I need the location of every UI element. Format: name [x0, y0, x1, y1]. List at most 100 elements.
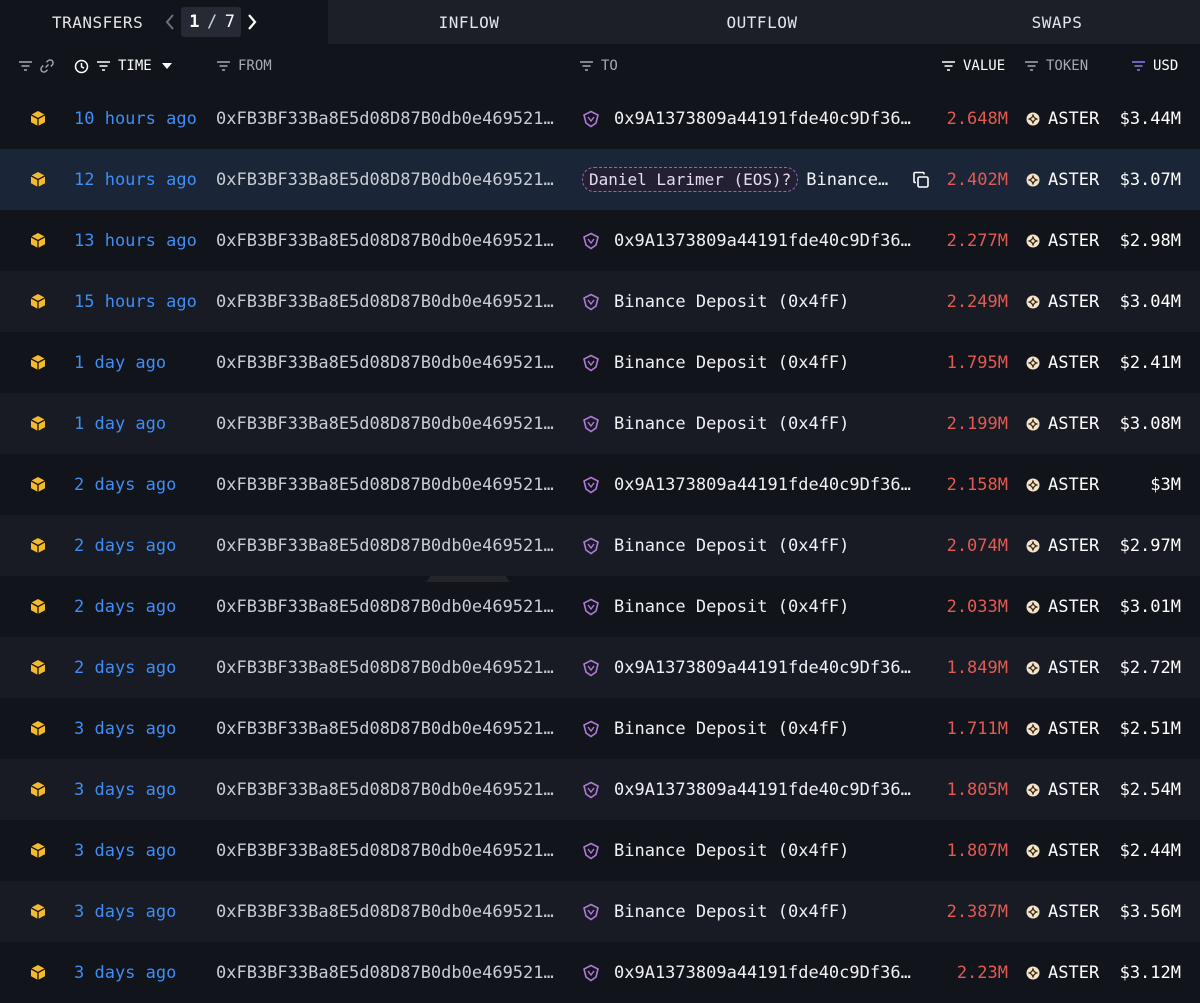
- to-entity[interactable]: Binance Deposit (0x4fF): [582, 820, 918, 881]
- table-row[interactable]: 10 hours ago 0xFB3BF33Ba8E5d08D87B0db0e4…: [0, 88, 1200, 149]
- chevron-left-icon[interactable]: [159, 7, 181, 37]
- table-row[interactable]: 2 days ago 0xFB3BF33Ba8E5d08D87B0db0e469…: [0, 515, 1200, 576]
- table-row[interactable]: 2 days ago 0xFB3BF33Ba8E5d08D87B0db0e469…: [0, 637, 1200, 698]
- filter-icon[interactable]: [96, 60, 111, 72]
- table-row[interactable]: 3 days ago 0xFB3BF33Ba8E5d08D87B0db0e469…: [0, 698, 1200, 759]
- time-link[interactable]: 3 days ago: [74, 698, 176, 759]
- from-address[interactable]: 0xFB3BF33Ba8E5d08D87B0db0e469521…: [216, 210, 561, 271]
- token-cell[interactable]: ASTER: [1026, 942, 1099, 1003]
- to-entity[interactable]: Binance Deposit (0x4fF): [582, 271, 918, 332]
- time-link[interactable]: 3 days ago: [74, 820, 176, 881]
- token-cell[interactable]: ASTER: [1026, 820, 1099, 881]
- sort-descending-icon[interactable]: [161, 63, 172, 69]
- table-row[interactable]: 1 day ago 0xFB3BF33Ba8E5d08D87B0db0e4695…: [0, 393, 1200, 454]
- token-column-header[interactable]: TOKEN: [1024, 44, 1088, 88]
- time-column-header[interactable]: TIME: [74, 44, 172, 88]
- table-row[interactable]: 1 day ago 0xFB3BF33Ba8E5d08D87B0db0e4695…: [0, 332, 1200, 393]
- from-address[interactable]: 0xFB3BF33Ba8E5d08D87B0db0e469521…: [216, 332, 561, 393]
- filter-icon[interactable]: [1131, 60, 1146, 72]
- token-cell[interactable]: ASTER: [1026, 759, 1099, 820]
- usd-column-header[interactable]: USD: [1131, 44, 1178, 88]
- table-row[interactable]: 2 days ago 0xFB3BF33Ba8E5d08D87B0db0e469…: [0, 454, 1200, 515]
- token-cell[interactable]: ASTER: [1026, 149, 1099, 210]
- from-address[interactable]: 0xFB3BF33Ba8E5d08D87B0db0e469521…: [216, 149, 561, 210]
- table-row[interactable]: 3 days ago 0xFB3BF33Ba8E5d08D87B0db0e469…: [0, 759, 1200, 820]
- tab-inflow-label: INFLOW: [438, 12, 500, 32]
- token-cell[interactable]: ASTER: [1026, 393, 1099, 454]
- tab-swaps-label: SWAPS: [1031, 12, 1083, 32]
- from-column-header[interactable]: FROM: [216, 44, 272, 88]
- to-entity[interactable]: 0x9A1373809a44191fde40c9Df36…: [582, 759, 918, 820]
- time-link[interactable]: 2 days ago: [74, 576, 176, 637]
- value-column-header[interactable]: VALUE: [941, 44, 1005, 88]
- to-address: Binance Deposit (0x4fF): [614, 535, 850, 556]
- time-link[interactable]: 12 hours ago: [74, 149, 197, 210]
- table-row[interactable]: 15 hours ago 0xFB3BF33Ba8E5d08D87B0db0e4…: [0, 271, 1200, 332]
- to-entity[interactable]: 0x9A1373809a44191fde40c9Df36…: [582, 637, 918, 698]
- chevron-right-icon[interactable]: [241, 7, 263, 37]
- from-address[interactable]: 0xFB3BF33Ba8E5d08D87B0db0e469521…: [216, 393, 561, 454]
- to-entity[interactable]: Binance Deposit (0x4fF): [582, 332, 918, 393]
- token-cell[interactable]: ASTER: [1026, 210, 1099, 271]
- table-row[interactable]: 3 days ago 0xFB3BF33Ba8E5d08D87B0db0e469…: [0, 881, 1200, 942]
- filter-icon[interactable]: [216, 60, 231, 72]
- time-link[interactable]: 3 days ago: [74, 942, 176, 1003]
- token-cell[interactable]: ASTER: [1026, 332, 1099, 393]
- table-row[interactable]: 2 days ago 0xFB3BF33Ba8E5d08D87B0db0e469…: [0, 576, 1200, 637]
- time-link[interactable]: 15 hours ago: [74, 271, 197, 332]
- table-row[interactable]: 3 days ago 0xFB3BF33Ba8E5d08D87B0db0e469…: [0, 942, 1200, 1003]
- filter-icon[interactable]: [1024, 60, 1039, 72]
- to-entity[interactable]: Binance Deposit (0x4fF): [582, 393, 918, 454]
- time-link[interactable]: 2 days ago: [74, 637, 176, 698]
- time-link[interactable]: 2 days ago: [74, 515, 176, 576]
- to-entity[interactable]: 0x9A1373809a44191fde40c9Df36…: [582, 942, 918, 1003]
- from-address[interactable]: 0xFB3BF33Ba8E5d08D87B0db0e469521…: [216, 881, 561, 942]
- copy-icon[interactable]: [912, 171, 930, 189]
- from-address[interactable]: 0xFB3BF33Ba8E5d08D87B0db0e469521…: [216, 576, 561, 637]
- token-cell[interactable]: ASTER: [1026, 881, 1099, 942]
- to-entity[interactable]: Binance Deposit (0x4fF): [582, 515, 918, 576]
- to-entity[interactable]: Binance Deposit (0x4fF): [582, 698, 918, 759]
- from-address[interactable]: 0xFB3BF33Ba8E5d08D87B0db0e469521…: [216, 942, 561, 1003]
- to-entity[interactable]: 0x9A1373809a44191fde40c9Df36…: [582, 88, 918, 149]
- time-link[interactable]: 2 days ago: [74, 454, 176, 515]
- filter-icon[interactable]: [579, 60, 594, 72]
- token-cell[interactable]: ASTER: [1026, 698, 1099, 759]
- time-link[interactable]: 10 hours ago: [74, 88, 197, 149]
- from-address[interactable]: 0xFB3BF33Ba8E5d08D87B0db0e469521…: [216, 759, 561, 820]
- to-entity[interactable]: 0x9A1373809a44191fde40c9Df36…: [582, 454, 918, 515]
- token-cell[interactable]: ASTER: [1026, 515, 1099, 576]
- table-row[interactable]: 3 days ago 0xFB3BF33Ba8E5d08D87B0db0e469…: [0, 820, 1200, 881]
- to-entity[interactable]: Binance Deposit (0x4fF): [582, 576, 918, 637]
- to-entity[interactable]: Daniel Larimer (EOS)? Binance…: [582, 149, 930, 210]
- from-address[interactable]: 0xFB3BF33Ba8E5d08D87B0db0e469521…: [216, 698, 561, 759]
- filter-icon[interactable]: [18, 60, 33, 72]
- from-address[interactable]: 0xFB3BF33Ba8E5d08D87B0db0e469521…: [216, 515, 561, 576]
- from-address[interactable]: 0xFB3BF33Ba8E5d08D87B0db0e469521…: [216, 454, 561, 515]
- table-row[interactable]: 13 hours ago 0xFB3BF33Ba8E5d08D87B0db0e4…: [0, 210, 1200, 271]
- to-entity[interactable]: 0x9A1373809a44191fde40c9Df36…: [582, 210, 918, 271]
- tab-inflow[interactable]: INFLOW: [328, 0, 610, 44]
- time-link[interactable]: 3 days ago: [74, 881, 176, 942]
- to-column-header[interactable]: TO: [579, 44, 618, 88]
- filter-icon[interactable]: [941, 60, 956, 72]
- from-address[interactable]: 0xFB3BF33Ba8E5d08D87B0db0e469521…: [216, 271, 561, 332]
- tab-swaps[interactable]: SWAPS: [914, 0, 1200, 44]
- token-cell[interactable]: ASTER: [1026, 637, 1099, 698]
- token-cell[interactable]: ASTER: [1026, 88, 1099, 149]
- token-cell[interactable]: ASTER: [1026, 454, 1099, 515]
- table-row[interactable]: 12 hours ago 0xFB3BF33Ba8E5d08D87B0db0e4…: [0, 149, 1200, 210]
- time-link[interactable]: 13 hours ago: [74, 210, 197, 271]
- time-link[interactable]: 1 day ago: [74, 393, 166, 454]
- token-cell[interactable]: ASTER: [1026, 271, 1099, 332]
- to-entity[interactable]: Binance Deposit (0x4fF): [582, 881, 918, 942]
- tab-outflow[interactable]: OUTFLOW: [610, 0, 914, 44]
- tab-transfers[interactable]: TRANSFERS 1 / 7: [0, 0, 328, 44]
- token-cell[interactable]: ASTER: [1026, 576, 1099, 637]
- from-address[interactable]: 0xFB3BF33Ba8E5d08D87B0db0e469521…: [216, 88, 561, 149]
- from-address[interactable]: 0xFB3BF33Ba8E5d08D87B0db0e469521…: [216, 637, 561, 698]
- time-link[interactable]: 3 days ago: [74, 759, 176, 820]
- entity-tag[interactable]: Daniel Larimer (EOS)?: [582, 167, 799, 192]
- time-link[interactable]: 1 day ago: [74, 332, 166, 393]
- from-address[interactable]: 0xFB3BF33Ba8E5d08D87B0db0e469521…: [216, 820, 561, 881]
